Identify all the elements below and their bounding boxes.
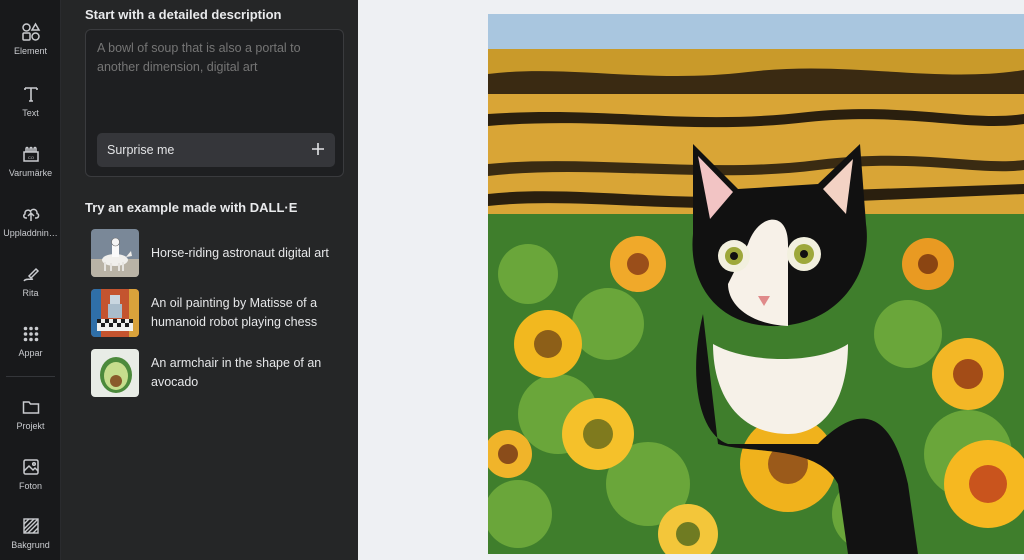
rail-label: Uppladdnin… xyxy=(3,228,58,238)
description-heading: Start with a detailed description xyxy=(85,7,282,22)
icon-rail: Element Text CO Varumärke Uppladdnin… Ri… xyxy=(0,0,61,560)
rail-item-apps[interactable]: Appar xyxy=(0,324,61,380)
svg-text:CO: CO xyxy=(28,155,34,160)
rail-item-photos[interactable]: Foton xyxy=(0,457,61,513)
rail-item-text[interactable]: Text xyxy=(0,84,61,140)
example-avocado-chair[interactable]: An armchair in the shape of an avocado xyxy=(91,348,341,398)
rail-label: Foton xyxy=(18,481,42,491)
example-text: Horse-riding astronaut digital art xyxy=(151,245,329,260)
example-text: An armchair in the shape of an avocado xyxy=(151,356,322,389)
avocado-chair-thumbnail xyxy=(91,349,139,397)
surprise-me-label: Surprise me xyxy=(107,143,175,157)
background-icon xyxy=(21,516,41,536)
plus-icon xyxy=(311,142,325,159)
astronaut-thumbnail xyxy=(91,229,139,277)
rail-label: Varumärke xyxy=(8,168,53,178)
apps-icon xyxy=(21,324,41,344)
rail-item-background[interactable]: Bakgrund xyxy=(0,516,61,560)
text-icon xyxy=(21,84,41,104)
rail-label: Projekt xyxy=(16,421,45,431)
examples-heading: Try an example made with DALL·E xyxy=(85,200,298,215)
elements-icon xyxy=(21,22,41,42)
prompt-box: Surprise me xyxy=(85,29,344,177)
rail-item-projects[interactable]: Projekt xyxy=(0,397,61,453)
brand-icon: CO xyxy=(21,144,41,164)
rail-item-element[interactable]: Element xyxy=(0,22,61,78)
generated-artwork[interactable] xyxy=(488,14,1024,554)
canvas-area xyxy=(358,0,1024,560)
rail-label: Text xyxy=(22,108,39,118)
prompt-input[interactable] xyxy=(97,39,327,96)
surprise-me-button[interactable]: Surprise me xyxy=(97,133,335,167)
rail-item-draw[interactable]: Rita xyxy=(0,264,61,320)
rail-label: Bakgrund xyxy=(11,540,50,550)
example-text: An oil painting by Matisse of a humanoid… xyxy=(151,296,318,329)
draw-icon xyxy=(21,264,41,284)
robot-chess-thumbnail xyxy=(91,289,139,337)
example-astronaut[interactable]: Horse-riding astronaut digital art xyxy=(91,228,341,278)
photos-icon xyxy=(21,457,41,477)
example-robot-chess[interactable]: An oil painting by Matisse of a humanoid… xyxy=(91,288,341,338)
rail-item-upload[interactable]: Uppladdnin… xyxy=(0,204,61,260)
rail-item-brand[interactable]: CO Varumärke xyxy=(0,144,61,200)
rail-divider xyxy=(6,376,55,377)
rail-label: Rita xyxy=(22,288,39,298)
rail-label: Element xyxy=(13,46,48,56)
upload-icon xyxy=(21,204,41,224)
rail-label: Appar xyxy=(18,348,43,358)
folder-icon xyxy=(21,397,41,417)
dalle-panel: Start with a detailed description Surpri… xyxy=(61,0,358,560)
